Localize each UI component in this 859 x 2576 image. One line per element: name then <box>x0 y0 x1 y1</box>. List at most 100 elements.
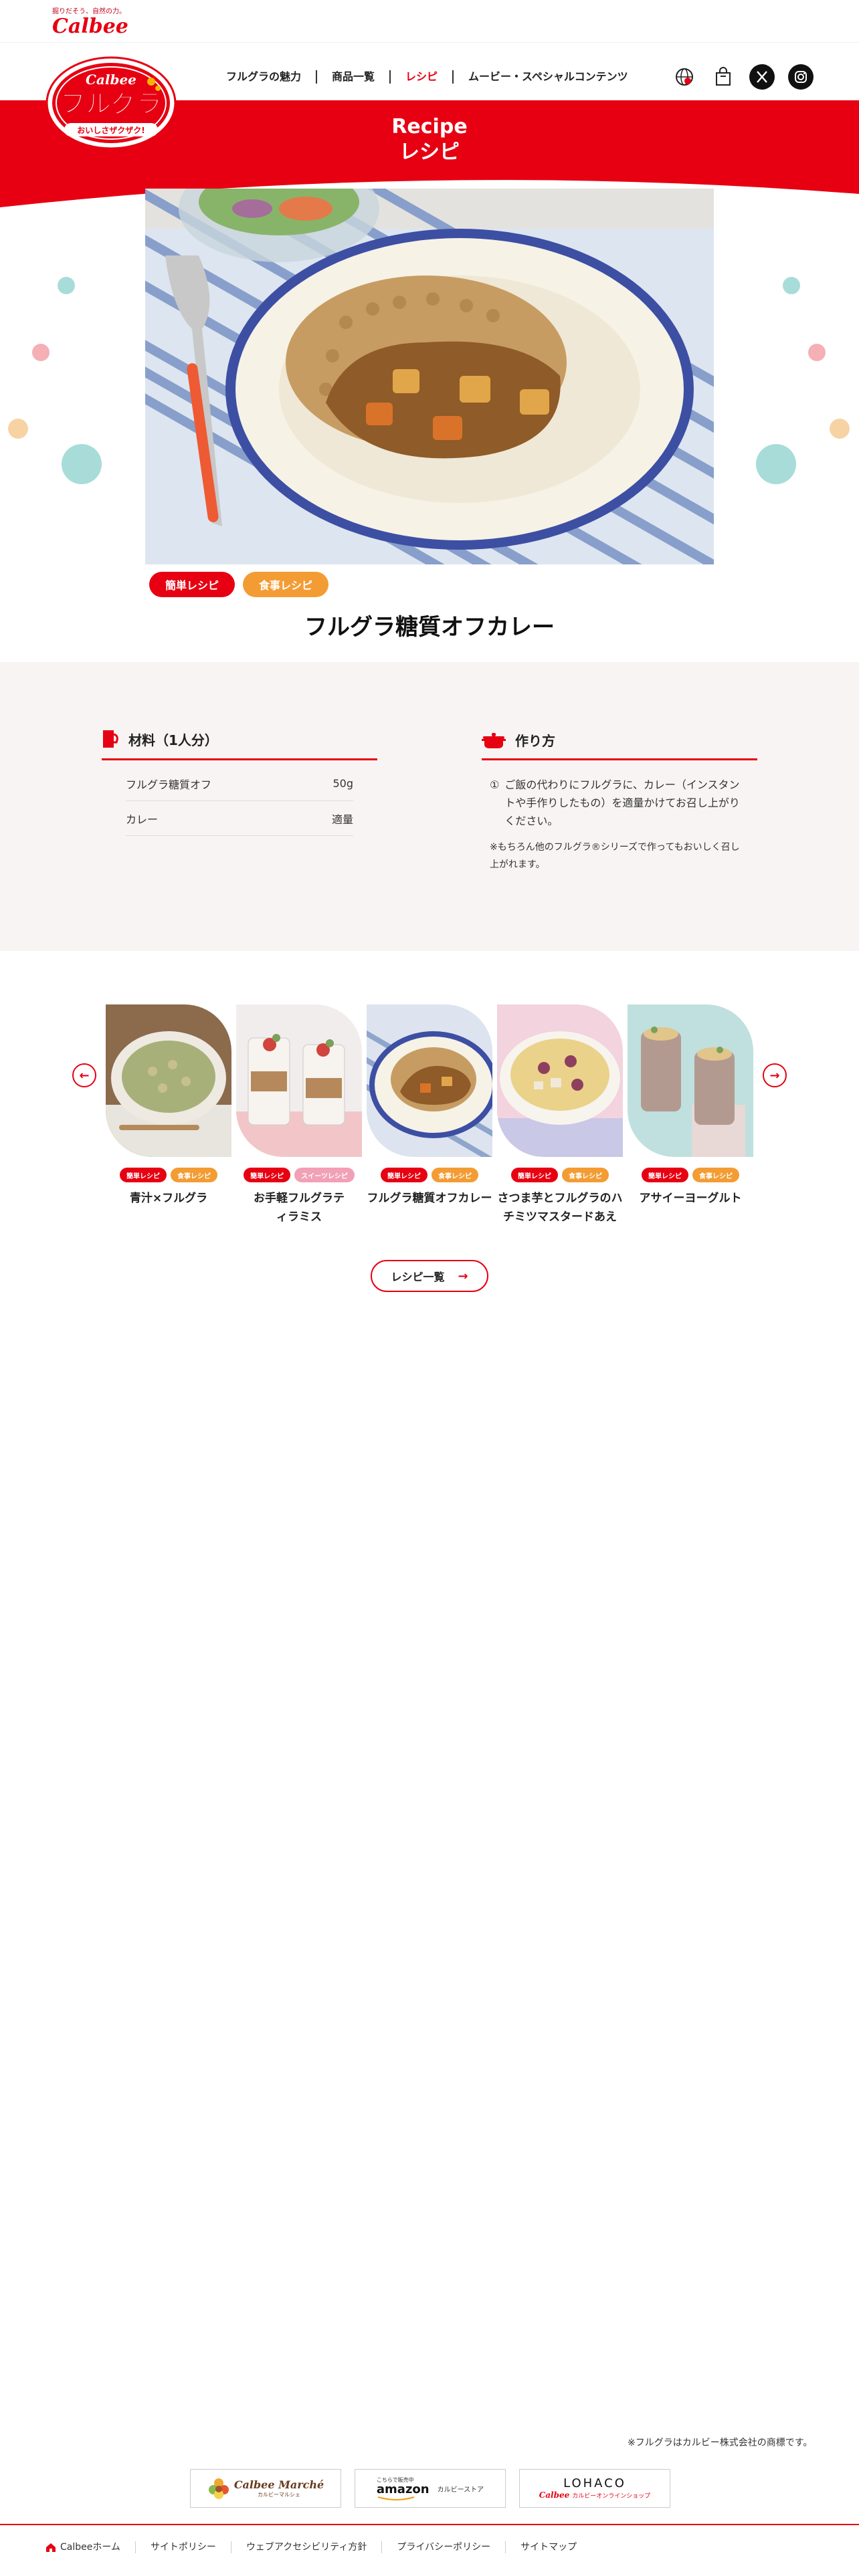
method-note: ※もちろん他のフルグラ®シリーズで作ってもおいしく召し上がれます。 <box>490 842 740 870</box>
footer-link-accessibility[interactable]: ウェブアクセシビリティ方針 <box>230 2541 381 2553</box>
carousel-prev-button[interactable]: ← <box>72 1063 96 1087</box>
partner-lohaco[interactable]: LOHACO Calbee カルビーオンラインショップ <box>519 2469 670 2508</box>
decor-dot <box>830 419 850 439</box>
recipe-card-tag: 簡単レシピ <box>642 1168 688 1182</box>
corporate-bar: 掘りだそう、自然の力。 Calbee <box>0 0 859 43</box>
recipe-title: フルグラ糖質オフカレー <box>304 614 555 641</box>
recipe-card[interactable]: 簡単レシピ スイーツレシピ お手軽フルグラティラミス <box>236 1004 362 1226</box>
ingredient-row: フルグラ糖質オフ 50g <box>126 766 353 801</box>
partner-sub-brand: Calbee <box>539 2490 570 2500</box>
recipe-card-name: 青汁×フルグラ <box>129 1192 208 1205</box>
recipe-card-tags: 簡単レシピ スイーツレシピ <box>236 1168 362 1182</box>
recipe-tags: 簡単レシピ 食事レシピ <box>149 572 329 597</box>
partner-banners: Calbee Marché カルビーマルシェ こちらで販売中 amazon カル… <box>190 2469 670 2508</box>
partner-name: amazon <box>376 2482 430 2496</box>
step-number: ① <box>490 778 500 791</box>
recipe-card-tags: 簡単レシピ 食事レシピ <box>106 1168 231 1182</box>
decor-dot <box>8 419 28 439</box>
recipe-card-tag: 食事レシピ <box>562 1168 609 1182</box>
recipe-card-name: フルグラ糖質オフカレー <box>367 1192 492 1205</box>
footer-link-sitemap[interactable]: サイトマップ <box>505 2541 591 2553</box>
svg-text:おいしさザクザク!: おいしさザクザク! <box>77 126 145 135</box>
recipe-card-tag: 簡単レシピ <box>244 1168 291 1182</box>
nav-item-recipe[interactable]: レシピ <box>389 70 452 84</box>
recipe-card[interactable]: 簡単レシピ 食事レシピ アサイーヨーグルト <box>628 1004 753 1208</box>
header-icons <box>672 64 814 90</box>
recipe-card-tag: 簡単レシピ <box>381 1168 427 1182</box>
decor-dot <box>58 277 75 294</box>
globe-icon[interactable] <box>672 64 697 90</box>
recipe-card-image <box>106 1004 231 1157</box>
footer-link-site-policy[interactable]: サイトポリシー <box>134 2541 231 2553</box>
partner-name: Calbee Marché <box>233 2478 324 2491</box>
arrow-right-icon: → <box>458 1269 468 1283</box>
nav-item-appeal[interactable]: フルグラの魅力 <box>211 70 316 84</box>
recipe-card-name: お手軽フルグラティラミス <box>254 1192 345 1224</box>
ingredient-name: フルグラ糖質オフ <box>126 778 212 791</box>
method-title: 作り方 <box>515 733 555 749</box>
instagram-icon[interactable] <box>788 64 814 90</box>
recipe-card-tags: 簡単レシピ 食事レシピ <box>497 1168 623 1182</box>
ingredient-name: カレー <box>126 813 159 826</box>
footer-link-home[interactable]: Calbeeホーム <box>56 2541 135 2553</box>
recipe-card-image <box>236 1004 362 1157</box>
footer-link-privacy[interactable]: プライバシーポリシー <box>381 2541 505 2553</box>
recipe-card-tag: 食事レシピ <box>432 1168 478 1182</box>
partner-sub: カルビーオンラインショップ <box>572 2492 651 2500</box>
method-step: ① ご飯の代わりにフルグラに、カレー（インスタントや手作りしたもの）を適量かけて… <box>490 776 744 830</box>
ingredient-row: カレー 適量 <box>126 801 353 836</box>
corporate-wordmark: Calbee <box>52 15 128 38</box>
recipe-card-tag: 簡単レシピ <box>120 1168 167 1182</box>
footer-divider <box>0 2524 859 2525</box>
nav-item-products[interactable]: 商品一覧 <box>316 70 389 84</box>
decor-dot <box>756 444 796 484</box>
recipe-card[interactable]: 簡単レシピ 食事レシピ フルグラ糖質オフカレー <box>367 1004 492 1208</box>
arrow-right-icon: → <box>769 1068 780 1083</box>
recipe-card[interactable]: 簡単レシピ 食事レシピ 青汁×フルグラ <box>106 1004 231 1208</box>
recipe-card-image <box>497 1004 623 1157</box>
svg-text:Calbee: Calbee <box>86 72 136 88</box>
page: 掘りだそう、自然の力。 Calbee Recipe レシピ Calbee フルグ… <box>0 0 859 2576</box>
partner-name: LOHACO <box>563 2476 626 2490</box>
recipe-card-tags: 簡単レシピ 食事レシピ <box>628 1168 753 1182</box>
x-social-icon[interactable] <box>749 64 775 90</box>
ingredients-underline <box>102 758 377 760</box>
pot-icon <box>482 732 506 748</box>
partner-calbee-marche[interactable]: Calbee Marché カルビーマルシェ <box>190 2469 341 2508</box>
recipe-card-tag: 簡単レシピ <box>511 1168 558 1182</box>
recipe-main-photo <box>145 189 714 564</box>
flower-icon <box>208 2478 229 2499</box>
partner-amazon[interactable]: こちらで販売中 amazon カルビーストア <box>355 2469 506 2508</box>
method-underline <box>482 758 757 760</box>
recipe-list-button[interactable]: レシピ一覧 → <box>371 1260 488 1292</box>
partner-sub: カルビーマルシェ <box>257 2492 300 2498</box>
ingredient-amount: 適量 <box>331 813 353 826</box>
amazon-smile-icon <box>377 2496 415 2500</box>
recipe-card-image <box>628 1004 753 1157</box>
ingredients-title: 材料（1人分） <box>128 732 218 748</box>
decor-dot <box>32 344 50 361</box>
recipe-tag-meal[interactable]: 食事レシピ <box>243 572 329 597</box>
ingredient-amount: 50g <box>332 777 353 790</box>
recipe-card-image <box>367 1004 492 1157</box>
svg-text:フルグラ: フルグラ <box>60 89 162 118</box>
recipe-card-tags: 簡単レシピ 食事レシピ <box>367 1168 492 1182</box>
method-heading: 作り方 <box>482 730 555 750</box>
corporate-tagline: 掘りだそう、自然の力。 <box>52 8 126 15</box>
recipe-card[interactable]: 簡単レシピ 食事レシピ さつま芋とフルグラのハチミツマスタードあえ <box>497 1004 623 1226</box>
step-text: ご飯の代わりにフルグラに、カレー（インスタントや手作りしたもの）を適量かけてお召… <box>504 778 740 827</box>
recipe-tag-easy[interactable]: 簡単レシピ <box>149 572 235 597</box>
calbee-corporate-logo[interactable]: 掘りだそう、自然の力。 Calbee <box>52 5 128 38</box>
recipe-card-name: アサイーヨーグルト <box>639 1192 742 1205</box>
carousel-next-button[interactable]: → <box>763 1063 787 1087</box>
nav-item-movies[interactable]: ムービー・スペシャルコンテンツ <box>452 70 643 84</box>
frugra-logo[interactable]: Calbee フルグラ おいしさザクザク! <box>44 55 178 151</box>
trademark-note: ※フルグラはカルビー株式会社の商標です。 <box>628 2438 813 2448</box>
decor-dot <box>808 344 826 361</box>
shopping-bag-icon[interactable] <box>710 64 736 90</box>
recipe-card-tag: 食事レシピ <box>692 1168 739 1182</box>
decor-dot <box>783 277 800 294</box>
recipe-card-tag: スイーツレシピ <box>294 1168 355 1182</box>
main-nav: フルグラの魅力 商品一覧 レシピ ムービー・スペシャルコンテンツ <box>211 67 643 87</box>
home-icon <box>46 2543 56 2552</box>
